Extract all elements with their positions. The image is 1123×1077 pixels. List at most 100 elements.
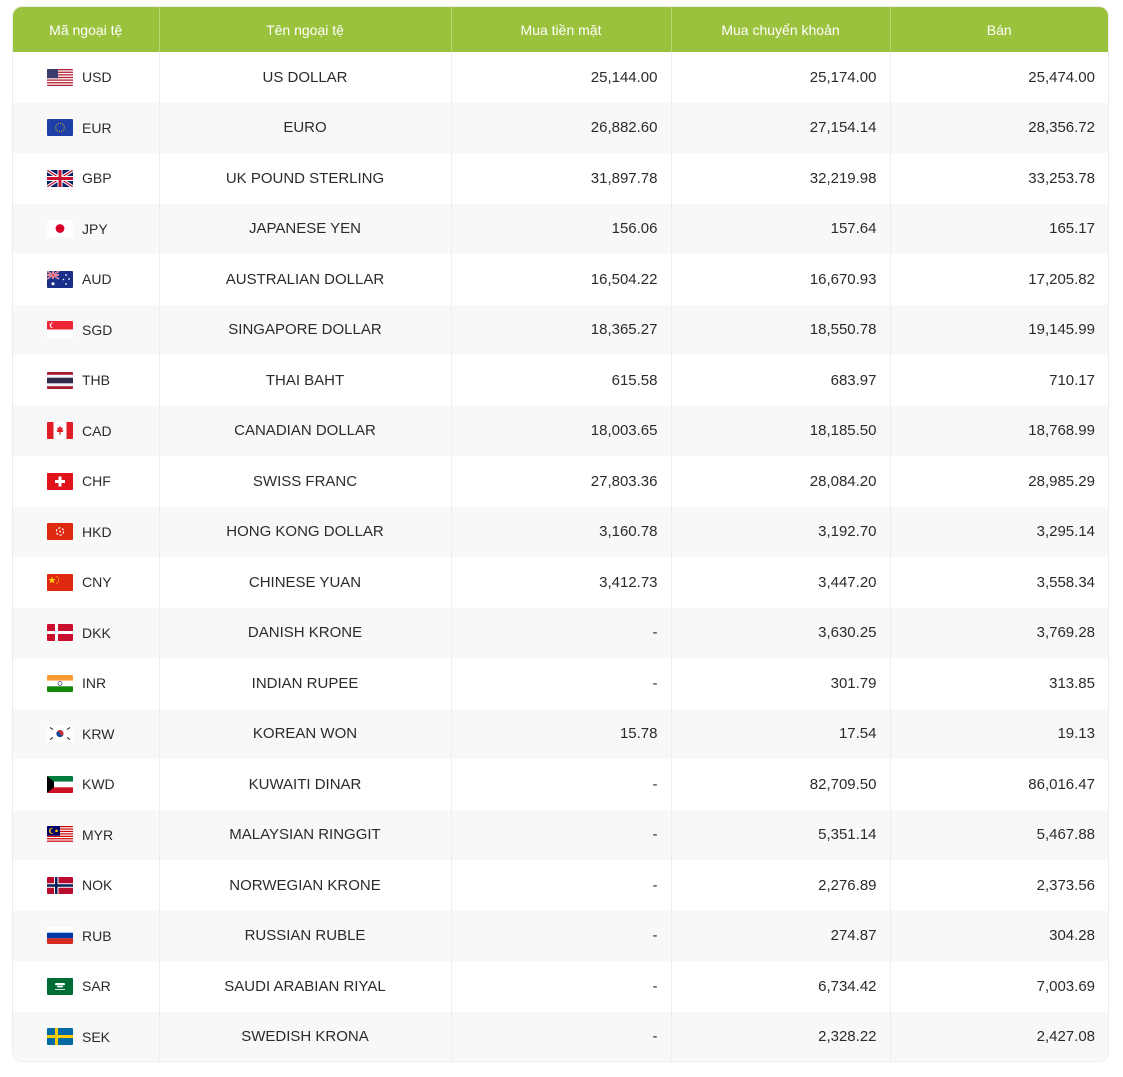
cash-buy-rate: - — [451, 961, 672, 1012]
currency-name: US DOLLAR — [159, 52, 452, 103]
transfer-buy-rate: 25,174.00 — [671, 52, 891, 103]
in-flag-icon — [47, 674, 73, 692]
currency-code-cell: KWD — [13, 759, 160, 810]
ca-flag-icon — [47, 422, 73, 440]
cash-buy-rate: 16,504.22 — [451, 254, 672, 305]
currency-code: CNY — [82, 574, 112, 591]
currency-code: USD — [82, 69, 112, 86]
header-currency-code: Mã ngoại tệ — [13, 7, 160, 52]
currency-code: INR — [82, 675, 107, 692]
transfer-buy-rate: 32,219.98 — [671, 153, 891, 204]
sell-rate: 33,253.78 — [890, 153, 1108, 204]
currency-name: DANISH KRONE — [159, 607, 452, 658]
au-flag-icon — [47, 270, 73, 288]
transfer-buy-rate: 3,192.70 — [671, 506, 891, 557]
cash-buy-rate: - — [451, 658, 672, 709]
dk-flag-icon — [47, 624, 73, 642]
cash-buy-rate: 3,160.78 — [451, 506, 672, 557]
cash-buy-rate: - — [451, 910, 672, 961]
sa-flag-icon — [47, 977, 73, 995]
currency-code: AUD — [82, 271, 112, 288]
table-row: INR INDIAN RUPEE -301.79 313.85 — [13, 658, 1108, 709]
currency-name: UK POUND STERLING — [159, 153, 452, 204]
cash-buy-rate: - — [451, 1011, 672, 1061]
cash-buy-rate: 156.06 — [451, 203, 672, 254]
currency-code: EUR — [82, 119, 112, 136]
currency-code: JPY — [82, 220, 108, 237]
currency-name: SWISS FRANC — [159, 456, 452, 507]
table-row: NOK NORWEGIAN KRONE -2,276.89 2,373.56 — [13, 860, 1108, 911]
transfer-buy-rate: 2,328.22 — [671, 1011, 891, 1061]
transfer-buy-rate: 301.79 — [671, 658, 891, 709]
cash-buy-rate: 26,882.60 — [451, 102, 672, 153]
sell-rate: 710.17 — [890, 355, 1108, 406]
th-flag-icon — [47, 371, 73, 389]
sell-rate: 19,145.99 — [890, 304, 1108, 355]
table-row: KWD KUWAITI DINAR -82,709.50 86,016.47 — [13, 759, 1108, 810]
table-row: JPY JAPANESE YEN 156.06 157.64 165.17 — [13, 203, 1108, 254]
currency-code-cell: USD — [13, 52, 160, 103]
sell-rate: 2,373.56 — [890, 860, 1108, 911]
sell-rate: 17,205.82 — [890, 254, 1108, 305]
transfer-buy-rate: 28,084.20 — [671, 456, 891, 507]
table-row: HKD HONG KONG DOLLAR 3,160.78 3,192.70 3,295… — [13, 506, 1108, 557]
currency-name: SWEDISH KRONA — [159, 1011, 452, 1061]
currency-name: JAPANESE YEN — [159, 203, 452, 254]
cash-buy-rate: 615.58 — [451, 355, 672, 406]
currency-code-cell: KRW — [13, 708, 160, 759]
se-flag-icon — [47, 1028, 73, 1046]
exchange-rate-table-card: Mã ngoại tệ Tên ngoại tệ Mua tiền mặt Mu… — [12, 6, 1109, 1062]
currency-code: SAR — [82, 978, 111, 995]
transfer-buy-rate: 16,670.93 — [671, 254, 891, 305]
transfer-buy-rate: 27,154.14 — [671, 102, 891, 153]
currency-code-cell: DKK — [13, 607, 160, 658]
currency-name: SAUDI ARABIAN RIYAL — [159, 961, 452, 1012]
sell-rate: 5,467.88 — [890, 809, 1108, 860]
header-currency-name: Tên ngoại tệ — [159, 7, 452, 52]
transfer-buy-rate: 3,447.20 — [671, 557, 891, 608]
jp-flag-icon — [47, 220, 73, 238]
cash-buy-rate: 25,144.00 — [451, 52, 672, 103]
table-row: EUR EURO 26,882.60 27,154.14 28,356.72 — [13, 102, 1108, 153]
currency-code-cell: INR — [13, 658, 160, 709]
cash-buy-rate: 31,897.78 — [451, 153, 672, 204]
currency-code-cell: CHF — [13, 456, 160, 507]
currency-name: AUSTRALIAN DOLLAR — [159, 254, 452, 305]
currency-name: SINGAPORE DOLLAR — [159, 304, 452, 355]
table-row: KRW KOREAN WON 15.78 17.54 19.13 — [13, 708, 1108, 759]
sell-rate: 3,558.34 — [890, 557, 1108, 608]
cash-buy-rate: - — [451, 809, 672, 860]
kw-flag-icon — [47, 775, 73, 793]
currency-name: KOREAN WON — [159, 708, 452, 759]
cash-buy-rate: - — [451, 860, 672, 911]
table-row: SAR SAUDI ARABIAN RIYAL -6,734.42 7,003.69 — [13, 961, 1108, 1012]
cash-buy-rate: 18,365.27 — [451, 304, 672, 355]
table-header-row: Mã ngoại tệ Tên ngoại tệ Mua tiền mặt Mu… — [13, 7, 1108, 52]
kr-flag-icon — [47, 725, 73, 743]
table-row: USD US DOLLAR 25,144.00 25,174.00 25,474.00 — [13, 52, 1108, 103]
ch-flag-icon — [47, 472, 73, 490]
cash-buy-rate: - — [451, 759, 672, 810]
sell-rate: 19.13 — [890, 708, 1108, 759]
currency-code-cell: THB — [13, 355, 160, 406]
ru-flag-icon — [47, 927, 73, 945]
gb-flag-icon — [47, 169, 73, 187]
currency-code-cell: RUB — [13, 910, 160, 961]
table-row: RUB RUSSIAN RUBLE -274.87 304.28 — [13, 910, 1108, 961]
transfer-buy-rate: 17.54 — [671, 708, 891, 759]
my-flag-icon — [47, 826, 73, 844]
currency-code: NOK — [82, 877, 113, 894]
table-row: CNY CHINESE YUAN 3,412.73 3,447.20 3,558.34 — [13, 557, 1108, 608]
transfer-buy-rate: 6,734.42 — [671, 961, 891, 1012]
currency-code-cell: GBP — [13, 153, 160, 204]
sell-rate: 86,016.47 — [890, 759, 1108, 810]
table-row: THB THAI BAHT 615.58 683.97 710.17 — [13, 355, 1108, 406]
sell-rate: 304.28 — [890, 910, 1108, 961]
currency-code-cell: AUD — [13, 254, 160, 305]
currency-code-cell: CNY — [13, 557, 160, 608]
us-flag-icon — [47, 68, 73, 86]
currency-code: SGD — [82, 321, 113, 338]
sell-rate: 28,356.72 — [890, 102, 1108, 153]
currency-code: THB — [82, 372, 110, 389]
currency-code-cell: CAD — [13, 405, 160, 456]
